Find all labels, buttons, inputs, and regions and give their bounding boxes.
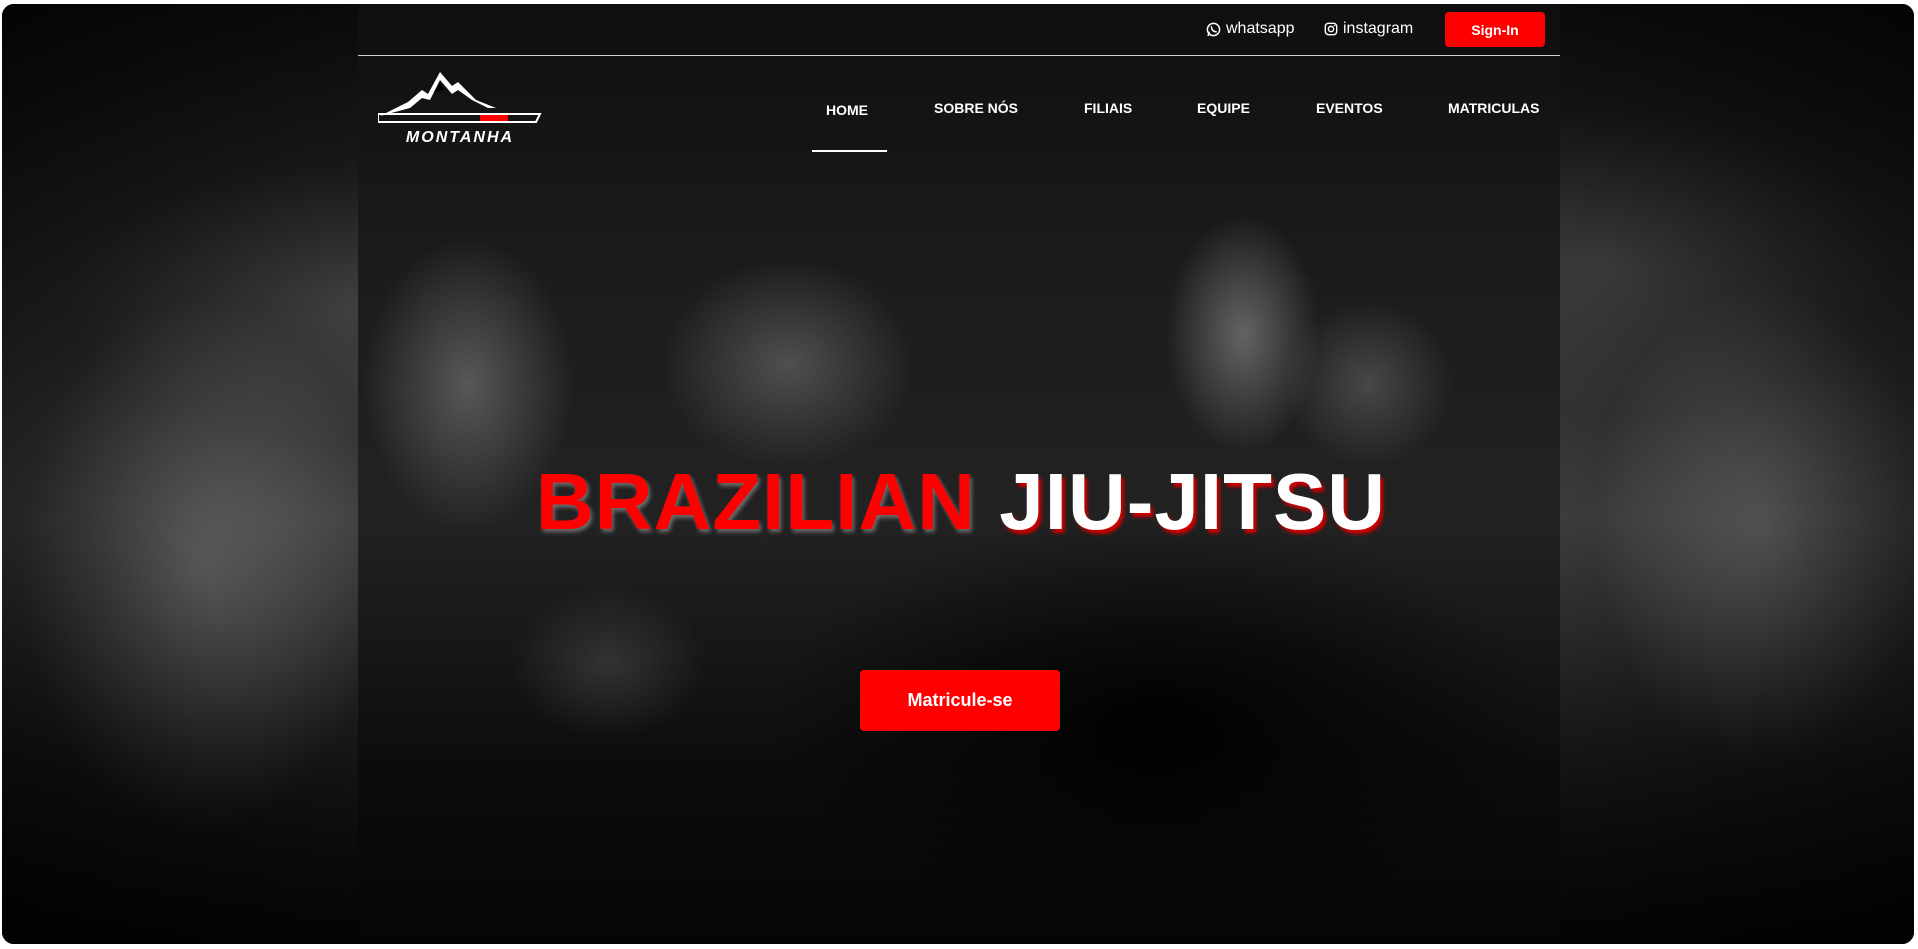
nav-item-home[interactable]: HOME [826,102,868,118]
nav-item-filiais[interactable]: FILIAIS [1084,100,1132,116]
enroll-button[interactable]: Matricule-se [860,670,1060,731]
whatsapp-icon [1206,22,1221,37]
hero-title-white: JIU-JITSU [999,457,1387,546]
sign-in-button[interactable]: Sign-In [1445,12,1545,47]
whatsapp-label: whatsapp [1226,20,1295,37]
top-bar: whatsapp instagram Sign-In [358,4,1560,56]
hero-title-red: BRAZILIAN [535,457,976,546]
main-nav: HOME SOBRE NÓS FILIAIS EQUIPE EVENTOS MA… [2,100,1914,156]
instagram-label: instagram [1343,20,1414,37]
active-nav-indicator [812,150,887,152]
hero-title: BRAZILIAN JIU-JITSU [2,462,1914,542]
nav-item-matriculas[interactable]: MATRICULAS [1448,100,1540,116]
nav-item-equipe[interactable]: EQUIPE [1197,100,1250,116]
whatsapp-link[interactable]: whatsapp [1206,20,1295,38]
nav-item-sobre-nos[interactable]: SOBRE NÓS [934,100,1018,116]
instagram-icon [1324,22,1338,36]
page-frame: whatsapp instagram Sign-In MONTANHA HOME… [2,4,1914,944]
instagram-link[interactable]: instagram [1324,20,1413,38]
nav-item-eventos[interactable]: EVENTOS [1316,100,1383,116]
